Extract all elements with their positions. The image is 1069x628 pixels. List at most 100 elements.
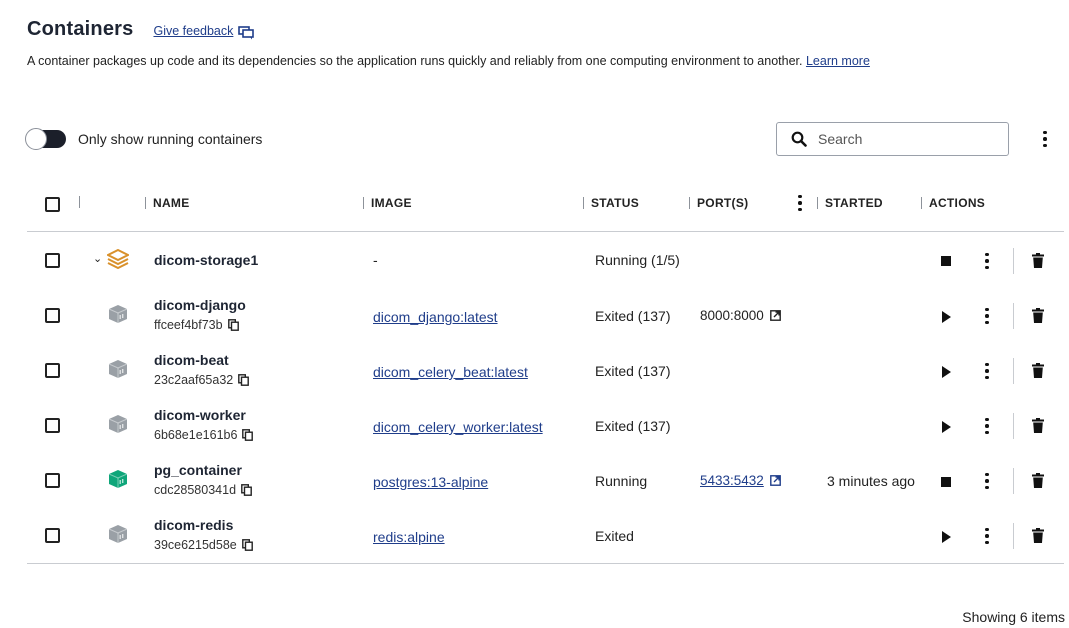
item-count: Showing 6 items xyxy=(962,609,1065,625)
row-menu-icon[interactable] xyxy=(981,306,993,326)
column-header-status[interactable]: STATUS xyxy=(583,196,639,210)
container-id-text: 23c2aaf65a32 xyxy=(154,373,234,387)
row-menu-icon[interactable] xyxy=(981,526,993,546)
table-row[interactable]: dicom-redis 39ce6215d58e redis:alpine Exite… xyxy=(27,508,1064,563)
copy-icon[interactable] xyxy=(227,319,239,331)
table-row[interactable]: dicom-beat 23c2aaf65a32 dicom_celery_beat:… xyxy=(27,343,1064,398)
container-name: dicom-storage1 xyxy=(154,252,259,268)
copy-icon[interactable] xyxy=(238,374,250,386)
started-time: 3 minutes ago xyxy=(827,473,915,489)
container-icon xyxy=(108,525,128,543)
container-id-text: 6b68e1e161b6 xyxy=(154,428,238,442)
learn-more-link[interactable]: Learn more xyxy=(806,54,870,68)
container-id: ffceef4bf73b xyxy=(154,318,239,332)
image-link[interactable]: postgres:13-alpine xyxy=(373,474,488,490)
row-menu-icon[interactable] xyxy=(981,251,993,271)
give-feedback-link[interactable]: Give feedback xyxy=(153,24,255,40)
stop-icon[interactable] xyxy=(941,477,951,487)
copy-icon[interactable] xyxy=(241,539,253,551)
container-id: 6b68e1e161b6 xyxy=(154,428,254,442)
copy-icon[interactable] xyxy=(242,429,254,441)
column-header-started[interactable]: STARTED xyxy=(817,196,883,210)
page-title: Containers xyxy=(27,18,134,40)
container-status: Exited (137) xyxy=(595,308,671,324)
container-id: 39ce6215d58e xyxy=(154,538,253,552)
container-icon xyxy=(108,360,128,378)
play-icon[interactable] xyxy=(942,311,951,323)
external-link-icon[interactable] xyxy=(769,310,781,321)
row-checkbox[interactable] xyxy=(45,308,60,323)
row-menu-icon[interactable] xyxy=(981,361,993,381)
container-id-text: 39ce6215d58e xyxy=(154,538,237,552)
chevron-down-icon[interactable]: ⌄ xyxy=(93,252,102,265)
container-status: Exited xyxy=(595,528,634,544)
trash-icon[interactable] xyxy=(1032,363,1044,378)
play-icon[interactable] xyxy=(942,531,951,543)
port-link[interactable]: 5433:5432 xyxy=(700,473,781,488)
container-status: Running (1/5) xyxy=(595,252,680,268)
actions-divider xyxy=(1013,248,1014,274)
container-name: dicom-django xyxy=(154,297,246,313)
image-link[interactable]: redis:alpine xyxy=(373,529,445,545)
trash-icon[interactable] xyxy=(1032,473,1044,488)
container-id: cdc28580341d xyxy=(154,483,252,497)
search-icon xyxy=(791,131,807,147)
container-name: dicom-redis xyxy=(154,517,234,533)
container-status: Exited (137) xyxy=(595,363,671,379)
container-name: dicom-worker xyxy=(154,407,246,423)
containers-table: NAME IMAGE STATUS PORT(S) STARTED ACTION… xyxy=(27,180,1064,564)
trash-icon[interactable] xyxy=(1032,528,1044,543)
column-header-name[interactable]: NAME xyxy=(145,196,190,210)
column-header-ports[interactable]: PORT(S) xyxy=(689,196,748,210)
image-link[interactable]: dicom_celery_worker:latest xyxy=(373,419,543,435)
row-checkbox[interactable] xyxy=(45,473,60,488)
row-checkbox[interactable] xyxy=(45,418,60,433)
container-icon xyxy=(108,470,128,488)
give-feedback-label: Give feedback xyxy=(153,24,234,38)
feedback-icon xyxy=(238,26,255,40)
select-all-checkbox[interactable] xyxy=(45,197,60,212)
play-icon[interactable] xyxy=(942,366,951,378)
stop-icon[interactable] xyxy=(941,256,951,266)
container-name: dicom-beat xyxy=(154,352,229,368)
compose-group-row[interactable]: ⌄ dicom-storage1 - Running (1/5) xyxy=(27,232,1064,288)
row-checkbox[interactable] xyxy=(45,253,60,268)
container-icon xyxy=(108,415,128,433)
running-only-toggle[interactable] xyxy=(25,128,66,150)
trash-icon[interactable] xyxy=(1032,308,1044,323)
actions-divider xyxy=(1013,523,1014,549)
port-text: 5433:5432 xyxy=(700,473,764,488)
row-checkbox[interactable] xyxy=(45,363,60,378)
image-link[interactable]: dicom_django:latest xyxy=(373,309,498,325)
play-icon[interactable] xyxy=(942,421,951,433)
copy-icon[interactable] xyxy=(241,484,252,496)
more-options-icon[interactable] xyxy=(1039,129,1051,149)
column-resize-handle[interactable] xyxy=(79,196,87,208)
container-id-text: ffceef4bf73b xyxy=(154,318,223,332)
trash-icon[interactable] xyxy=(1032,418,1044,433)
row-menu-icon[interactable] xyxy=(981,416,993,436)
row-checkbox[interactable] xyxy=(45,528,60,543)
port-link[interactable]: 8000:8000 xyxy=(700,308,781,323)
search-input[interactable] xyxy=(818,131,988,147)
row-menu-icon[interactable] xyxy=(981,471,993,491)
column-header-image[interactable]: IMAGE xyxy=(363,196,412,210)
toggle-knob xyxy=(25,128,47,150)
table-row[interactable]: pg_container cdc28580341d postgres:13-alpi… xyxy=(27,453,1064,508)
table-row[interactable]: dicom-django ffceef4bf73b dicom_django:lat… xyxy=(27,288,1064,343)
ports-column-menu-icon[interactable] xyxy=(794,193,806,213)
table-header: NAME IMAGE STATUS PORT(S) STARTED ACTION… xyxy=(27,180,1064,232)
column-header-actions: ACTIONS xyxy=(921,196,985,210)
description-text: A container packages up code and its dep… xyxy=(27,54,806,68)
external-link-icon[interactable] xyxy=(769,475,781,486)
trash-icon[interactable] xyxy=(1032,253,1044,268)
page-header: Containers Give feedback xyxy=(27,18,255,41)
page-description: A container packages up code and its dep… xyxy=(27,54,870,68)
table-row[interactable]: dicom-worker 6b68e1e161b6 dicom_celery_wor… xyxy=(27,398,1064,453)
actions-divider xyxy=(1013,358,1014,384)
image-link[interactable]: dicom_celery_beat:latest xyxy=(373,364,528,380)
search-box[interactable] xyxy=(776,122,1009,156)
container-icon xyxy=(108,305,128,323)
container-image: - xyxy=(373,252,378,268)
stack-icon xyxy=(107,249,129,269)
